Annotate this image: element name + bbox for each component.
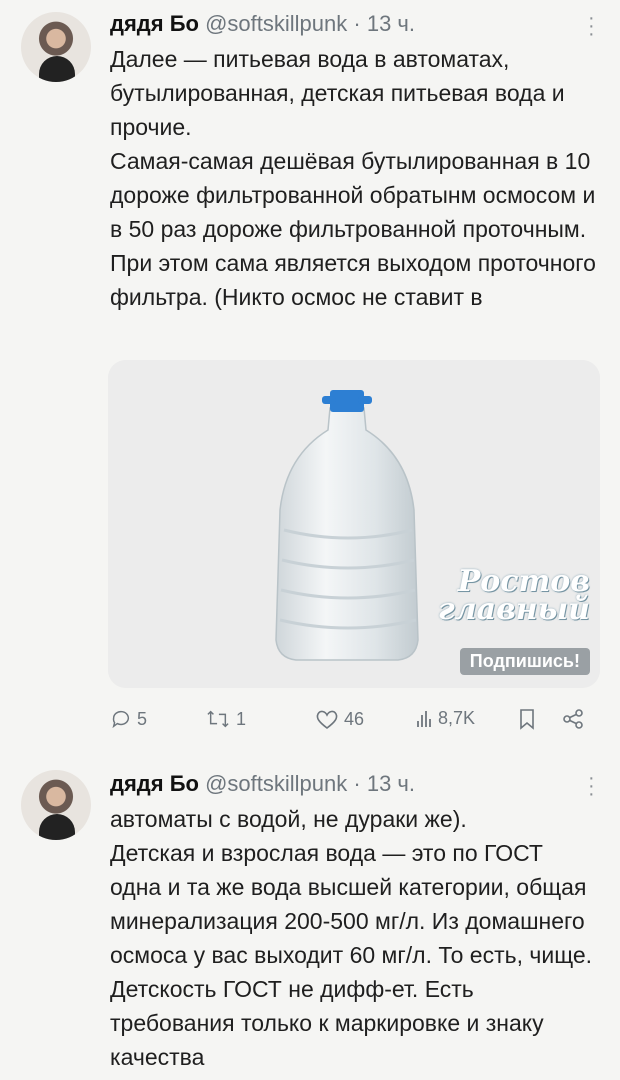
share-icon	[563, 709, 583, 729]
tweet-text: Далее — питьевая вода в автоматах, бутыл…	[110, 42, 600, 314]
separator-dot: ·	[353, 771, 361, 796]
tweet-paragraph: Далее — питьевая вода в автоматах, бутыл…	[110, 46, 565, 140]
tweet-paragraph: автоматы с водой, не дураки же).	[110, 806, 467, 832]
author-name[interactable]: дядя Бо	[110, 11, 199, 36]
subscribe-badge: Подпишись!	[459, 648, 590, 675]
tweet-text: автоматы с водой, не дураки же). Детская…	[110, 802, 600, 1074]
more-icon[interactable]: · · ·	[588, 768, 595, 804]
tweet-header: дядя Бо @softskillpunk · 13 ч.	[110, 9, 580, 39]
author-handle[interactable]: @softskillpunk	[205, 11, 347, 36]
retweet-icon	[207, 710, 229, 728]
more-icon[interactable]: · · ·	[588, 8, 595, 44]
tweet-header: дядя Бо @softskillpunk · 13 ч.	[110, 769, 580, 799]
rostov-logo: Ростов главный	[437, 564, 590, 627]
separator-dot: ·	[353, 11, 361, 36]
tweet-actions: 5 1 46 8,7K	[110, 708, 600, 738]
tweet-media-image[interactable]: Ростов главный Подпишись!	[108, 360, 600, 688]
retweet-button[interactable]: 1	[205, 708, 246, 730]
retweet-count: 1	[236, 708, 247, 729]
tweet-time[interactable]: 13 ч.	[367, 11, 415, 36]
views-icon	[417, 710, 431, 727]
views-count: 8,7K	[438, 708, 476, 728]
author-name[interactable]: дядя Бо	[110, 771, 199, 796]
views-button[interactable]: 8,7K	[415, 708, 475, 729]
tweet-time[interactable]: 13 ч.	[367, 771, 415, 796]
bookmark-button[interactable]	[518, 708, 536, 730]
bookmark-icon	[520, 709, 534, 730]
reply-button[interactable]: 5	[110, 708, 147, 730]
reply-icon	[112, 710, 130, 729]
tweet-paragraph: Детская и взрослая вода — это по ГОСТ од…	[110, 840, 593, 1070]
tweet-paragraph: Самая-самая дешёвая бутылированная в 10 …	[110, 148, 596, 310]
reply-count: 5	[137, 708, 148, 729]
share-button[interactable]	[562, 708, 584, 730]
like-button[interactable]: 46	[315, 708, 364, 730]
author-handle[interactable]: @softskillpunk	[205, 771, 347, 796]
author-avatar[interactable]	[21, 770, 91, 840]
like-icon	[316, 710, 338, 730]
like-count: 46	[344, 708, 365, 729]
author-avatar[interactable]	[21, 12, 91, 82]
water-bottle-image	[108, 360, 600, 688]
